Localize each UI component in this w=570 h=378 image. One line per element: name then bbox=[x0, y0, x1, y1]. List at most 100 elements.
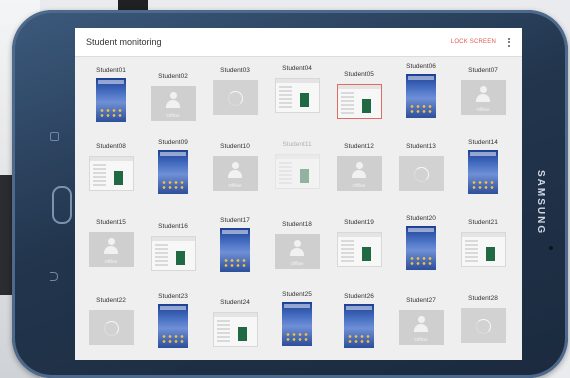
loading-spinner-icon bbox=[476, 318, 491, 334]
offline-label: Offline bbox=[290, 261, 304, 266]
student-tile[interactable]: Student23 bbox=[142, 289, 204, 360]
student-name: Student07 bbox=[468, 67, 498, 74]
background-object-top bbox=[118, 0, 148, 10]
student-tile[interactable]: Student16 bbox=[142, 219, 204, 291]
student-name: Student22 bbox=[96, 297, 126, 304]
offline-thumbnail: Offline bbox=[398, 310, 444, 345]
person-icon bbox=[476, 86, 490, 103]
student-tile[interactable]: Student08 bbox=[80, 139, 142, 215]
screen-thumbnail-home bbox=[344, 304, 374, 348]
student-name: Student02 bbox=[158, 73, 188, 80]
student-tile[interactable]: Student13 bbox=[390, 139, 452, 215]
student-name: Student11 bbox=[282, 141, 312, 148]
student-name: Student26 bbox=[344, 293, 374, 300]
offline-thumbnail: Offline bbox=[274, 234, 320, 269]
student-tile[interactable]: Student27 Offline bbox=[390, 293, 452, 360]
student-tile[interactable]: Student21 bbox=[452, 215, 514, 291]
student-tile[interactable]: Student22 bbox=[80, 293, 142, 360]
more-options-icon[interactable] bbox=[506, 36, 512, 49]
student-name: Student16 bbox=[158, 223, 188, 230]
student-name: Student19 bbox=[344, 219, 374, 226]
student-tile[interactable]: Student10 Offline bbox=[204, 139, 266, 215]
offline-label: Offline bbox=[166, 113, 180, 118]
student-tile[interactable]: Student26 bbox=[328, 289, 390, 360]
screen-thumbnail-app bbox=[460, 232, 506, 267]
student-tile[interactable]: Student20 bbox=[390, 211, 452, 291]
offline-thumbnail: Offline bbox=[336, 156, 382, 191]
offline-thumbnail: Offline bbox=[150, 86, 196, 121]
header-actions: LOCK SCREEN bbox=[451, 36, 512, 49]
person-icon bbox=[290, 240, 304, 257]
student-name: Student25 bbox=[282, 291, 312, 298]
screen-thumbnail-home bbox=[406, 74, 436, 118]
student-name: Student06 bbox=[406, 63, 436, 70]
student-name: Student10 bbox=[220, 143, 250, 150]
recent-apps-icon[interactable] bbox=[50, 132, 59, 141]
loading-spinner-icon bbox=[228, 90, 243, 106]
student-tile[interactable]: Student15 Offline bbox=[80, 215, 142, 291]
student-tile[interactable]: Student03 bbox=[204, 63, 266, 139]
student-tile[interactable]: Student14 bbox=[452, 135, 514, 215]
offline-label: Offline bbox=[414, 337, 428, 342]
screen-thumbnail-app bbox=[274, 154, 320, 189]
student-grid: Student01 Student02 Offline Student03 Studen… bbox=[75, 57, 522, 360]
student-name: Student14 bbox=[468, 139, 498, 146]
student-name: Student15 bbox=[96, 219, 126, 226]
student-tile[interactable]: Student06 bbox=[390, 59, 452, 139]
person-icon bbox=[352, 162, 366, 179]
offline-label: Offline bbox=[104, 259, 118, 264]
student-tile[interactable]: Student01 bbox=[80, 63, 142, 139]
student-name: Student01 bbox=[96, 67, 126, 74]
student-tile[interactable]: Student24 bbox=[204, 295, 266, 360]
lock-screen-button[interactable]: LOCK SCREEN bbox=[451, 39, 496, 45]
brand-logo: SAMSUNG bbox=[535, 170, 546, 236]
student-name: Student05 bbox=[344, 71, 374, 78]
student-tile[interactable]: Student25 bbox=[266, 287, 328, 360]
screen-thumbnail-home bbox=[158, 304, 188, 348]
screen-thumbnail-home bbox=[282, 302, 312, 346]
loading-spinner-icon bbox=[414, 166, 429, 182]
offline-label: Offline bbox=[476, 107, 490, 112]
offline-thumbnail: Offline bbox=[88, 232, 134, 267]
student-tile[interactable]: Student18 Offline bbox=[266, 217, 328, 291]
screen-thumbnail-home bbox=[158, 150, 188, 194]
student-tile[interactable]: Student04 bbox=[266, 61, 328, 139]
student-name: Student13 bbox=[406, 143, 436, 150]
page-title: Student monitoring bbox=[86, 37, 162, 47]
student-tile[interactable]: Student12 Offline bbox=[328, 139, 390, 215]
loading-thumbnail bbox=[88, 310, 134, 345]
student-tile[interactable]: Student17 bbox=[204, 213, 266, 291]
screen-thumbnail-app bbox=[212, 312, 258, 347]
student-name: Student18 bbox=[282, 221, 312, 228]
person-icon bbox=[228, 162, 242, 179]
screen-thumbnail-app bbox=[336, 84, 382, 119]
student-tile[interactable]: Student11 bbox=[266, 137, 328, 215]
tablet-screen: Student monitoring LOCK SCREEN Student01… bbox=[75, 28, 522, 360]
back-icon[interactable] bbox=[50, 272, 58, 281]
offline-thumbnail: Offline bbox=[460, 80, 506, 115]
student-name: Student12 bbox=[344, 143, 374, 150]
offline-label: Offline bbox=[352, 183, 366, 188]
screen-thumbnail-home bbox=[96, 78, 126, 122]
student-name: Student20 bbox=[406, 215, 436, 222]
student-tile[interactable]: Student09 bbox=[142, 135, 204, 215]
screen-thumbnail-home bbox=[406, 226, 436, 270]
person-icon bbox=[104, 238, 118, 255]
student-tile[interactable]: Student05 bbox=[328, 67, 390, 139]
student-name: Student24 bbox=[220, 299, 250, 306]
student-name: Student27 bbox=[406, 297, 436, 304]
person-icon bbox=[166, 92, 180, 109]
screen-thumbnail-home bbox=[220, 228, 250, 272]
student-tile[interactable]: Student28 bbox=[452, 291, 514, 360]
loading-spinner-icon bbox=[104, 320, 119, 336]
screen-thumbnail-home bbox=[468, 150, 498, 194]
student-name: Student04 bbox=[282, 65, 312, 72]
loading-thumbnail bbox=[460, 308, 506, 343]
student-name: Student21 bbox=[468, 219, 498, 226]
student-tile[interactable]: Student02 Offline bbox=[142, 69, 204, 139]
student-tile[interactable]: Student07 Offline bbox=[452, 63, 514, 139]
student-tile[interactable]: Student19 bbox=[328, 215, 390, 291]
loading-thumbnail bbox=[398, 156, 444, 191]
home-button[interactable] bbox=[52, 186, 72, 224]
loading-thumbnail bbox=[212, 80, 258, 115]
